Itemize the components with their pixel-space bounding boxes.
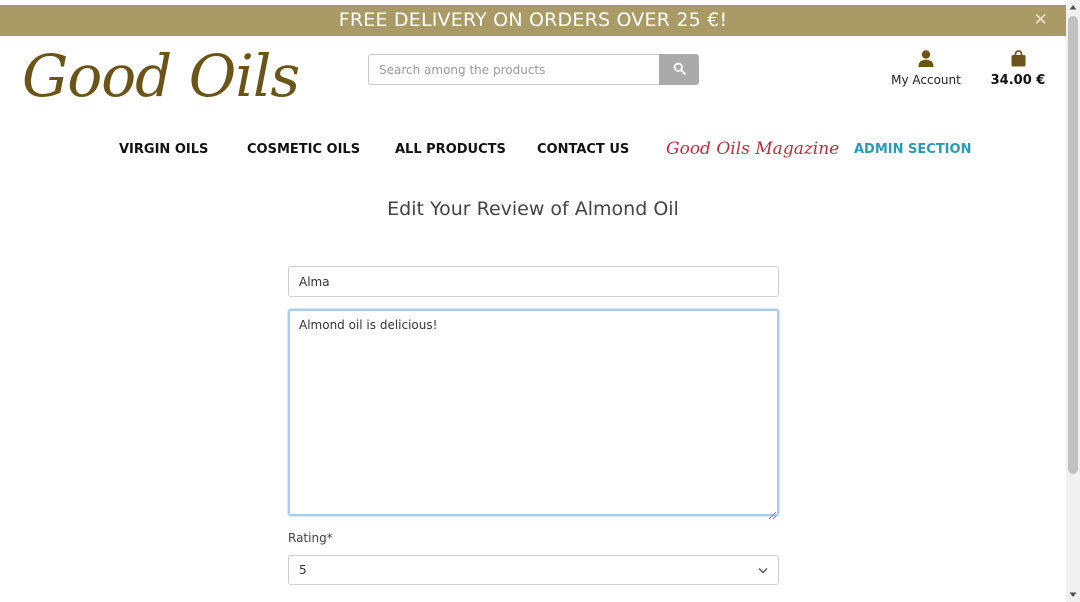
search-input[interactable] xyxy=(368,54,659,85)
vertical-scrollbar[interactable] xyxy=(1066,0,1080,602)
my-account-link[interactable]: My Account xyxy=(888,50,964,87)
promo-banner-text: FREE DELIVERY ON ORDERS OVER 25 €! xyxy=(338,9,728,31)
rating-select-value: 5 xyxy=(299,563,307,577)
nav-cosmetic-oils[interactable]: COSMETIC OILS xyxy=(247,141,360,159)
shopping-bag-icon xyxy=(1011,50,1026,71)
page-title: Edit Your Review of Almond Oil xyxy=(387,198,679,220)
scroll-down-arrow-icon[interactable] xyxy=(1066,588,1080,602)
cart-total: 34.00 € xyxy=(990,73,1046,88)
rating-label: Rating* xyxy=(288,531,333,545)
nav-admin-section[interactable]: ADMIN SECTION xyxy=(854,141,971,159)
my-account-label: My Account xyxy=(891,73,961,87)
review-text-field[interactable]: Almond oil is delicious! xyxy=(288,309,779,516)
nav-virgin-oils[interactable]: VIRGIN OILS xyxy=(119,141,208,159)
search-button[interactable] xyxy=(659,54,699,85)
resize-grip-icon[interactable] xyxy=(768,505,777,520)
nav-contact-us[interactable]: CONTACT US xyxy=(537,141,629,159)
chevron-down-icon xyxy=(758,563,768,577)
cart-link[interactable]: 34.00 € xyxy=(990,50,1046,88)
nav-all-products[interactable]: ALL PRODUCTS xyxy=(395,141,506,159)
search-bar xyxy=(368,54,699,85)
close-icon[interactable]: ✕ xyxy=(1034,8,1048,32)
reviewer-name-field[interactable] xyxy=(288,266,779,297)
user-icon xyxy=(918,50,934,71)
search-icon xyxy=(673,60,686,79)
scrollbar-thumb[interactable] xyxy=(1068,16,1078,474)
page: FREE DELIVERY ON ORDERS OVER 25 €! ✕ Goo… xyxy=(0,0,1066,602)
promo-banner: FREE DELIVERY ON ORDERS OVER 25 €! ✕ xyxy=(0,5,1066,36)
rating-select[interactable]: 5 xyxy=(288,555,779,585)
scroll-up-arrow-icon[interactable] xyxy=(1066,0,1080,14)
nav-good-oils-magazine[interactable]: Good Oils Magazine xyxy=(666,136,839,162)
logo[interactable]: Good Oils xyxy=(22,36,300,116)
